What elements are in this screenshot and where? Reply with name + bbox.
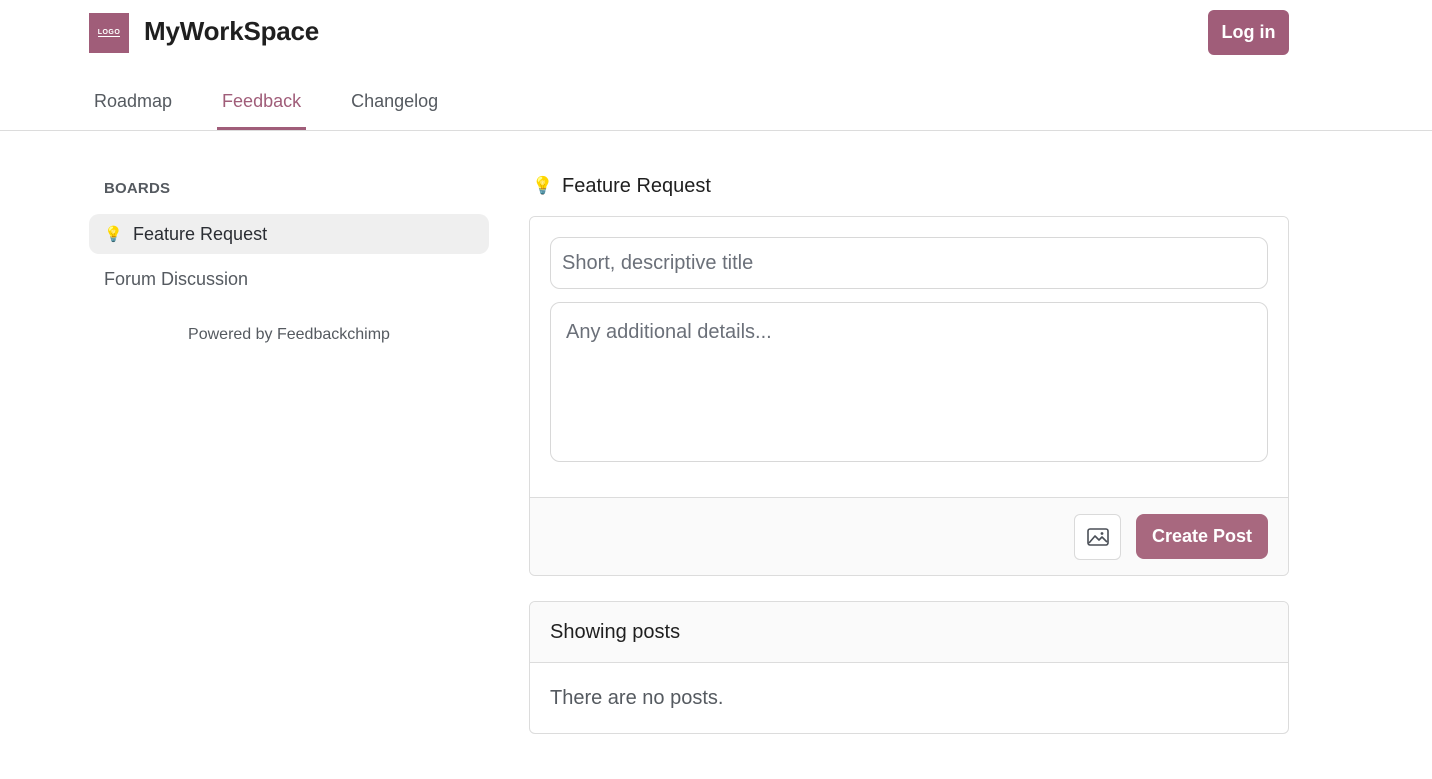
posts-header: Showing posts bbox=[530, 602, 1288, 663]
login-button[interactable]: Log in bbox=[1208, 10, 1289, 55]
sidebar-item-feature-request[interactable]: 💡 Feature Request bbox=[89, 214, 489, 254]
post-form bbox=[530, 217, 1288, 497]
workspace-name: MyWorkSpace bbox=[144, 16, 320, 46]
board-main: 💡 Feature Request Create Post Showing po… bbox=[529, 170, 1289, 734]
sidebar-item-label: Forum Discussion bbox=[104, 268, 249, 289]
boards-sidebar: BOARDS 💡 Feature Request Forum Discussio… bbox=[89, 170, 489, 344]
board-title: 💡 Feature Request bbox=[529, 170, 1289, 202]
tab-feedback[interactable]: Feedback bbox=[217, 80, 307, 130]
lightbulb-icon: 💡 bbox=[532, 176, 554, 195]
post-title-input[interactable] bbox=[550, 237, 1268, 289]
powered-by-link[interactable]: Powered by Feedbackchimp bbox=[89, 326, 489, 344]
posts-list-card: Showing posts There are no posts. bbox=[529, 601, 1289, 734]
sidebar-item-label: Feature Request bbox=[133, 223, 268, 244]
post-details-input[interactable] bbox=[550, 302, 1268, 462]
image-icon bbox=[1086, 527, 1109, 546]
tab-changelog[interactable]: Changelog bbox=[346, 80, 443, 130]
sidebar-item-forum-discussion[interactable]: Forum Discussion bbox=[89, 259, 489, 299]
main-nav: Roadmap Feedback Changelog bbox=[89, 80, 483, 130]
tab-roadmap[interactable]: Roadmap bbox=[89, 80, 177, 130]
workspace-logo[interactable]: LOGO bbox=[89, 13, 129, 53]
create-post-card: Create Post bbox=[529, 216, 1289, 576]
posts-empty-message: There are no posts. bbox=[550, 686, 724, 709]
top-header: LOGO MyWorkSpace Log in Roadmap Feedback… bbox=[0, 0, 1432, 131]
board-title-text: Feature Request bbox=[562, 174, 711, 197]
lightbulb-icon: 💡 bbox=[104, 226, 123, 243]
create-post-button[interactable]: Create Post bbox=[1136, 514, 1268, 559]
boards-section-label: BOARDS bbox=[104, 180, 171, 197]
post-form-footer: Create Post bbox=[530, 497, 1288, 575]
logo-text: LOGO bbox=[97, 29, 121, 37]
attach-image-button[interactable] bbox=[1074, 513, 1121, 560]
